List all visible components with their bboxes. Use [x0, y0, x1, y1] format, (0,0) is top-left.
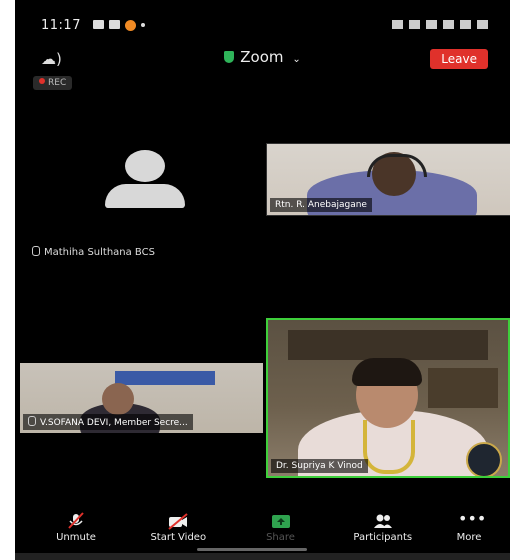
more-notifications-icon: [141, 23, 145, 27]
meeting-title-label: Zoom: [240, 48, 284, 66]
avatar[interactable]: [105, 150, 185, 210]
zoom-meeting-screen: 11:17 ☁) Zoom ⌄ Leave REC Rtn. R. Anebaj…: [15, 0, 510, 560]
emblem-icon: [466, 442, 502, 476]
rec-label: REC: [48, 78, 67, 88]
start-video-label: Start Video: [150, 532, 207, 543]
gallery-icon: [93, 20, 104, 29]
shield-icon: [224, 51, 235, 63]
more-button[interactable]: ••• More: [444, 509, 494, 550]
share-button[interactable]: Share: [240, 512, 322, 550]
headset-icon: [367, 154, 427, 177]
participant-hair: [352, 358, 422, 386]
recording-badge: REC: [33, 76, 73, 90]
video-off-icon: [167, 512, 189, 530]
participant-name: Dr. Supriya K Vinod: [271, 459, 368, 473]
status-time: 11:17: [41, 18, 81, 33]
more-dots-icon: •••: [458, 509, 487, 528]
background-sign: [115, 371, 215, 385]
alarm-icon: [392, 20, 403, 29]
unmute-button[interactable]: Unmute: [35, 512, 117, 550]
share-label: Share: [266, 532, 295, 543]
avatar-body-icon: [105, 184, 185, 208]
battery-icon: [477, 20, 488, 29]
meeting-toolbar: Unmute Start Video Share Participants ••…: [15, 509, 510, 550]
more-label: More: [456, 532, 482, 543]
participants-icon: [372, 512, 394, 530]
chevron-down-icon: ⌄: [292, 54, 301, 65]
lanyard-icon: [363, 420, 415, 474]
start-video-button[interactable]: Start Video: [137, 512, 219, 550]
home-indicator[interactable]: [197, 548, 307, 551]
participant-name: V.SOFANA DEVI, Member Secre...: [23, 414, 193, 430]
video-tile-anebajagane[interactable]: Rtn. R. Anebajagane: [266, 143, 510, 216]
bluetooth-icon: [409, 20, 420, 29]
video-tile-sofana-devi[interactable]: V.SOFANA DEVI, Member Secre...: [20, 363, 263, 433]
navigation-bar: [15, 553, 510, 560]
participant-name: Rtn. R. Anebajagane: [270, 198, 372, 212]
background-shelf: [288, 330, 488, 360]
background-frames: [428, 368, 498, 408]
status-bar: 11:17: [15, 8, 510, 38]
share-screen-icon: [270, 512, 292, 530]
leave-button[interactable]: Leave: [430, 49, 488, 69]
app-notification-icon: [125, 20, 136, 31]
alert-icon: [109, 20, 120, 29]
mic-muted-icon: [28, 416, 36, 426]
mic-muted-icon: [32, 246, 40, 256]
signal-icon: [443, 20, 454, 29]
video-tile-supriya-vinod[interactable]: Dr. Supriya K Vinod: [266, 318, 510, 478]
system-icons: [392, 20, 488, 29]
participants-label: Participants: [353, 532, 413, 543]
signal-2-icon: [460, 20, 471, 29]
mic-muted-icon: [65, 512, 87, 530]
hotspot-icon: [426, 20, 437, 29]
participants-button[interactable]: Participants: [342, 512, 424, 550]
participant-name-mathiha: Mathiha Sulthana BCS: [32, 246, 155, 258]
notification-icons: [93, 20, 145, 31]
avatar-head-icon: [125, 150, 165, 182]
unmute-label: Unmute: [56, 532, 96, 543]
participant-face: [102, 383, 134, 415]
record-dot-icon: [39, 78, 45, 84]
